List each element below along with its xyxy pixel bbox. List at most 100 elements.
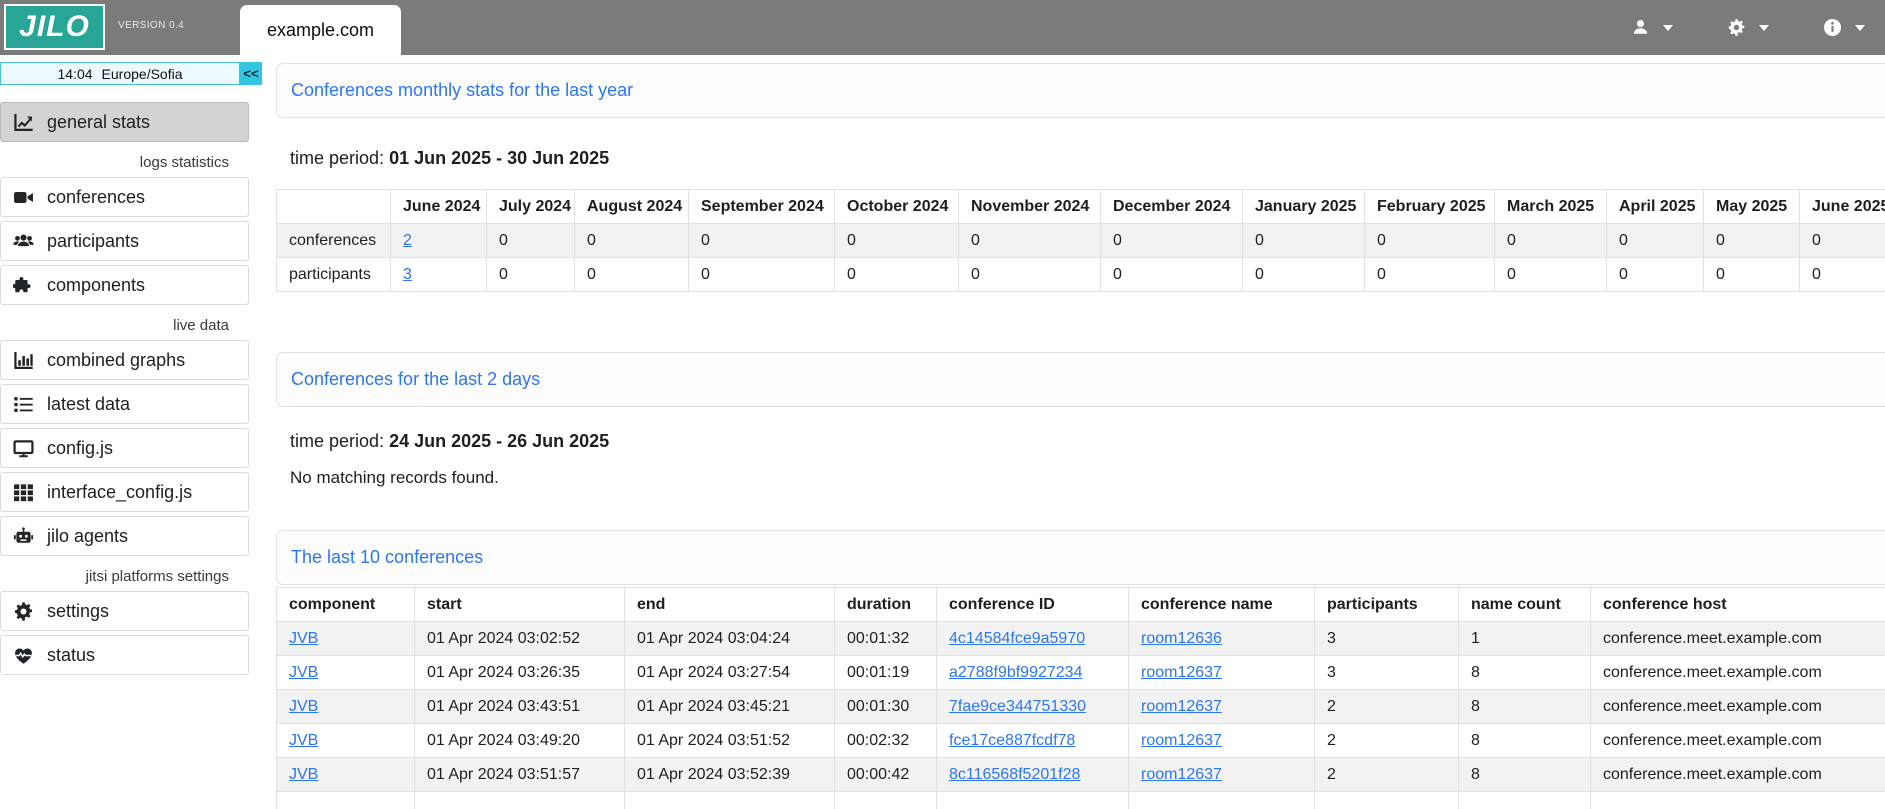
sidebar-item-participants[interactable]: participants <box>0 221 249 261</box>
card-monthly-stats-title: Conferences monthly stats for the last y… <box>291 80 633 101</box>
sidebar-item-label: settings <box>47 601 109 622</box>
gear-menu[interactable] <box>1727 18 1769 37</box>
conference-id-link[interactable]: 7fae9ce344751330 <box>949 698 1086 715</box>
last-conferences-table-head: componentstartenddurationconference IDco… <box>277 588 1885 622</box>
conference-row: JVB01 Apr 2024 03:49:2001 Apr 2024 03:51… <box>277 724 1885 758</box>
conference-name-link[interactable]: room12637 <box>1141 698 1222 715</box>
jilo-logo[interactable]: JILO <box>4 4 105 50</box>
table-header-row: componentstartenddurationconference IDco… <box>277 588 1885 622</box>
info-icon <box>1823 18 1842 37</box>
participants-count-link[interactable]: 3 <box>403 266 412 283</box>
card-last-10-conferences-header[interactable]: The last 10 conferences <box>276 530 1885 585</box>
sidebar-item-status[interactable]: status <box>0 635 249 675</box>
platform-tab-label: example.com <box>267 20 374 41</box>
sidebar-item-config-js[interactable]: config.js <box>0 428 249 468</box>
video-camera-icon <box>13 187 34 208</box>
component-link[interactable]: JVB <box>289 766 318 783</box>
conference-cell: 8 <box>1459 758 1591 792</box>
conference-cell: conference.meet.example.com <box>1591 622 1885 656</box>
column-header-january-2025: January 2025 <box>1243 190 1365 224</box>
conference-cell: 00:01:30 <box>835 690 937 724</box>
conference-cell <box>1591 792 1885 809</box>
conference-cell <box>835 792 937 809</box>
conference-cell: 01 Apr 2024 03:51:52 <box>625 724 835 758</box>
sidebar-section-label-jitsi-platforms-settings: jitsi platforms settings <box>0 568 249 585</box>
clock-display: 14:04 Europe/Sofia <box>0 62 240 85</box>
column-header-may-2025: May 2025 <box>1704 190 1800 224</box>
stat-cell: 0 <box>835 258 959 292</box>
sidebar-item-latest-data[interactable]: latest data <box>0 384 249 424</box>
sidebar-item-conferences[interactable]: conferences <box>0 177 249 217</box>
platform-tab[interactable]: example.com <box>240 5 401 55</box>
conference-cell: room12637 <box>1129 758 1315 792</box>
conference-cell: 2 <box>1315 724 1459 758</box>
clock-timezone: Europe/Sofia <box>102 66 183 82</box>
sidebar-item-jilo-agents[interactable]: jilo agents <box>0 516 249 556</box>
chevron-down-icon <box>1759 25 1769 31</box>
column-header-conference-id: conference ID <box>937 588 1129 622</box>
column-header-december-2024: December 2024 <box>1101 190 1243 224</box>
column-header-february-2025: February 2025 <box>1365 190 1495 224</box>
conference-cell: room12637 <box>1129 724 1315 758</box>
gear-icon <box>1727 18 1746 37</box>
conference-id-link[interactable]: fce17ce887fcdf78 <box>949 732 1075 749</box>
conference-id-link[interactable]: 8c116568f5201f28 <box>949 766 1080 783</box>
version-label: VERSION 0.4 <box>118 20 184 31</box>
conference-cell: 4c14584fce9a5970 <box>937 622 1129 656</box>
conference-cell: 01 Apr 2024 03:27:54 <box>625 656 835 690</box>
conference-cell: JVB <box>277 758 415 792</box>
main-content: Conferences monthly stats for the last y… <box>276 55 1885 809</box>
conference-cell: 8 <box>1459 656 1591 690</box>
conferences-count-link[interactable]: 2 <box>403 232 412 249</box>
stat-cell: 0 <box>1365 224 1495 258</box>
list-icon <box>13 394 34 415</box>
user-menu[interactable] <box>1631 18 1673 37</box>
stat-cell: 0 <box>1704 224 1800 258</box>
sidebar-item-settings[interactable]: settings <box>0 591 249 631</box>
conference-name-link[interactable]: room12637 <box>1141 732 1222 749</box>
component-link[interactable]: JVB <box>289 664 318 681</box>
component-link[interactable]: JVB <box>289 630 318 647</box>
stat-cell: 3 <box>391 258 487 292</box>
sidebar-item-components[interactable]: components <box>0 265 249 305</box>
conference-name-link[interactable]: room12636 <box>1141 630 1222 647</box>
monitor-icon <box>13 438 34 459</box>
sidebar-item-label: interface_config.js <box>47 482 192 503</box>
page-layout: 14:04 Europe/Sofia << general statslogs … <box>0 55 1885 809</box>
sidebar-item-general-stats[interactable]: general stats <box>0 102 249 142</box>
monthly-stats-table-head: June 2024July 2024August 2024September 2… <box>277 190 1885 224</box>
time-period-label: time period: <box>290 431 384 451</box>
stat-cell: 0 <box>1495 258 1607 292</box>
sidebar-menu: general statslogs statisticsconferencesp… <box>0 102 276 675</box>
info-menu[interactable] <box>1823 18 1865 37</box>
sidebar-item-interface-config-js[interactable]: interface_config.js <box>0 472 249 512</box>
sidebar-item-combined-graphs[interactable]: combined graphs <box>0 340 249 380</box>
sidebar-collapse-button[interactable]: << <box>240 62 262 85</box>
conference-cell: 01 Apr 2024 03:02:52 <box>415 622 625 656</box>
table-header-row: June 2024July 2024August 2024September 2… <box>277 190 1885 224</box>
conference-id-link[interactable]: a2788f9bf9927234 <box>949 664 1082 681</box>
card-monthly-stats-header[interactable]: Conferences monthly stats for the last y… <box>276 63 1885 118</box>
component-link[interactable]: JVB <box>289 698 318 715</box>
column-header-end: end <box>625 588 835 622</box>
conference-cell <box>1315 792 1459 809</box>
stat-cell: 0 <box>959 224 1101 258</box>
conference-cell: 01 Apr 2024 03:26:35 <box>415 656 625 690</box>
conference-name-link[interactable]: room12637 <box>1141 766 1222 783</box>
sidebar-item-label: latest data <box>47 394 130 415</box>
conference-cell: conference.meet.example.com <box>1591 758 1885 792</box>
conference-row: JVB01 Apr 2024 03:02:5201 Apr 2024 03:04… <box>277 622 1885 656</box>
time-period-label: time period: <box>290 148 384 168</box>
conference-cell: 00:00:42 <box>835 758 937 792</box>
sidebar-item-label: jilo agents <box>47 526 128 547</box>
monthly-stats-table-body: conferences2000000000000participants3000… <box>277 224 1885 292</box>
sidebar: 14:04 Europe/Sofia << general statslogs … <box>0 55 276 679</box>
users-icon <box>13 231 34 252</box>
component-link[interactable]: JVB <box>289 732 318 749</box>
logo-text: JILO <box>19 10 90 44</box>
stat-cell: 0 <box>1243 224 1365 258</box>
card-last-2-days-header[interactable]: Conferences for the last 2 days <box>276 352 1885 407</box>
conference-id-link[interactable]: 4c14584fce9a5970 <box>949 630 1085 647</box>
conference-name-link[interactable]: room12637 <box>1141 664 1222 681</box>
column-header-component: component <box>277 588 415 622</box>
